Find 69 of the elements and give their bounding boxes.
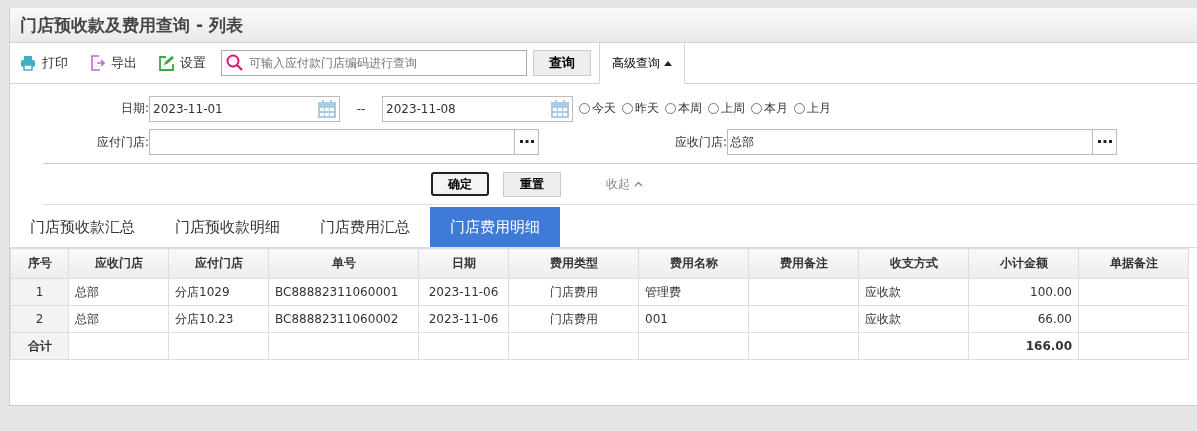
caret-icon [664, 60, 672, 66]
search-icon [226, 54, 243, 71]
confirm-button[interactable]: 确定 [431, 172, 489, 196]
table-cell: BC88882311060002 [268, 305, 419, 333]
printer-icon [20, 55, 36, 71]
reset-button[interactable]: 重置 [503, 171, 561, 197]
column-header: 费用备注 [748, 248, 859, 279]
column-header: 单号 [268, 248, 419, 279]
column-header: 费用名称 [638, 248, 749, 279]
export-icon [89, 55, 105, 71]
column-header: 日期 [418, 248, 509, 279]
date-range-option[interactable]: 昨天 [622, 100, 659, 117]
row-number: 1 [10, 278, 69, 306]
date-label: 日期: [119, 100, 149, 117]
table-cell: 分店1029 [168, 278, 269, 306]
table-cell: 66.00 [968, 305, 1079, 333]
column-header: 小计金额 [968, 248, 1079, 279]
table-cell: 门店费用 [508, 278, 639, 306]
export-button[interactable]: 导出 [89, 54, 137, 72]
date-range-option[interactable]: 上月 [794, 100, 831, 117]
chevron-up-icon [634, 181, 643, 187]
table-cell: 应收款 [858, 305, 969, 333]
table-cell: 总部 [68, 278, 169, 306]
column-header: 收支方式 [858, 248, 969, 279]
payer-store-field[interactable] [149, 129, 539, 155]
table-cell: 分店10.23 [168, 305, 269, 333]
settings-button[interactable]: 设置 [158, 54, 206, 72]
date-range-option[interactable]: 今天 [579, 100, 616, 117]
receiver-store-label: 应收门店: [673, 133, 727, 151]
total-amount: 166.00 [968, 332, 1079, 360]
end-date-field[interactable]: 2023-11-08 [382, 95, 573, 122]
date-value: 2023-11-08 [386, 101, 456, 116]
calendar-icon [550, 98, 570, 119]
column-header: 应付门店 [168, 248, 269, 279]
start-date-field[interactable]: 2023-11-01 [149, 95, 340, 122]
edit-icon [158, 55, 174, 71]
table-cell: 001 [638, 305, 749, 333]
total-label: 合计 [10, 332, 69, 360]
ellipsis-icon [1097, 140, 1112, 144]
table-cell: 总部 [68, 305, 169, 333]
table-cell: 应收款 [858, 278, 969, 306]
query-button[interactable]: 查询 [533, 50, 591, 76]
ellipsis-icon [519, 140, 534, 144]
table-cell: 管理费 [638, 278, 749, 306]
date-range-option[interactable]: 本月 [751, 100, 788, 117]
range-separator: -- [355, 101, 367, 116]
tab[interactable]: 门店费用明细 [430, 207, 560, 247]
table-cell: 100.00 [968, 278, 1079, 306]
collapse-link[interactable]: 收起 [606, 175, 643, 193]
table-cell: BC88882311060001 [268, 278, 419, 306]
table-cell: 门店费用 [508, 305, 639, 333]
search-field[interactable]: 可输入应付款门店编码进行查询 [221, 50, 527, 76]
row-number: 2 [10, 305, 69, 333]
field-value: 总部 [729, 133, 755, 151]
table-cell: 2023-11-06 [418, 305, 509, 333]
column-header: 费用类型 [508, 248, 639, 279]
advanced-search-tab[interactable]: 高级查询 [599, 42, 685, 84]
calendar-icon [317, 98, 337, 119]
column-header: 单据备注 [1078, 248, 1189, 279]
column-header: 序号 [10, 248, 69, 279]
column-header: 应收门店 [68, 248, 169, 279]
table-cell: 2023-11-06 [418, 278, 509, 306]
date-range-option[interactable]: 本周 [665, 100, 702, 117]
payer-store-label: 应付门店: [95, 133, 149, 151]
window-title: 门店预收款及费用查询 - 列表 [20, 13, 243, 37]
print-button[interactable]: 打印 [20, 54, 68, 72]
date-value: 2023-11-01 [153, 101, 223, 116]
receiver-store-field[interactable]: 总部 [727, 129, 1117, 155]
date-range-option[interactable]: 上周 [708, 100, 745, 117]
